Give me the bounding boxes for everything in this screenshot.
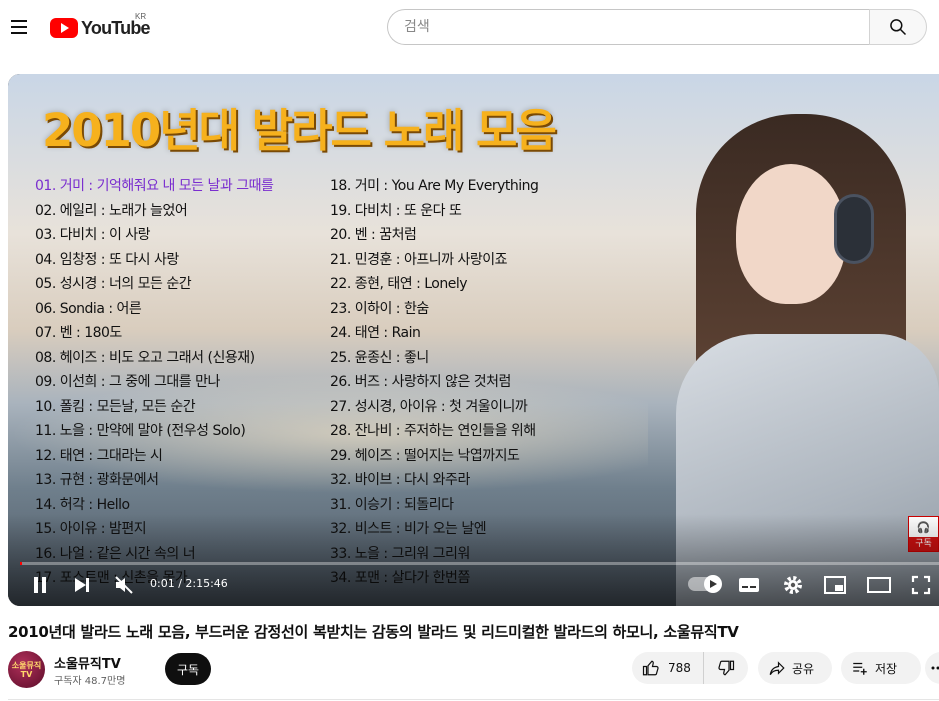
autoplay-play-icon: [704, 575, 722, 593]
song-entry: 02. 에일리 : 노래가 늘었어: [35, 202, 188, 219]
channel-name[interactable]: 소울뮤직TV: [54, 653, 121, 672]
song-entry: 03. 다비치 : 이 사랑: [35, 227, 151, 243]
song-entry: 27. 성시경, 아이유 : 첫 겨울이니까: [330, 398, 528, 415]
share-icon: [769, 661, 785, 676]
pause-icon: [34, 577, 46, 593]
song-entry: 08. 헤이즈 : 비도 오고 그래서 (신용재): [35, 349, 255, 366]
theater-icon: [867, 577, 891, 593]
pause-button[interactable]: [28, 572, 52, 598]
song-entry: 12. 태연 : 그대라는 시: [35, 447, 163, 464]
like-dislike-group: 788: [632, 652, 748, 684]
more-actions-button[interactable]: [925, 652, 939, 684]
song-entry: 01. 거미 : 기억해줘요 내 모든 날과 그때를: [35, 178, 274, 194]
video-title: 2010년대 발라드 노래 모음, 부드러운 감정선이 복받치는 감동의 발라드…: [8, 623, 739, 641]
menu-icon[interactable]: [6, 12, 32, 42]
more-icon: [931, 666, 939, 670]
song-entry: 13. 규현 : 광화문에서: [35, 472, 159, 488]
song-entry: 25. 윤종신 : 좋니: [330, 349, 429, 366]
progress-fill: [20, 562, 22, 565]
autoplay-toggle[interactable]: [688, 575, 722, 593]
save-button[interactable]: 저장: [841, 652, 921, 684]
divider: [8, 699, 939, 700]
country-code: KR: [135, 12, 147, 21]
miniplayer-button[interactable]: [822, 572, 848, 598]
headphones-image: [834, 194, 874, 264]
song-entry: 18. 거미 : You Are My Everything: [330, 178, 539, 194]
song-entry: 29. 헤이즈 : 떨어지는 낙엽까지도: [330, 447, 520, 464]
save-label: 저장: [875, 661, 898, 676]
subscriber-count: 구독자 48.7만명: [54, 676, 126, 687]
share-button[interactable]: 공유: [758, 652, 832, 684]
song-entry: 32. 바이브 : 다시 와주라: [330, 472, 470, 488]
gear-icon: [784, 576, 802, 594]
like-count: 788: [668, 661, 691, 675]
search-box: [387, 9, 871, 45]
search-input[interactable]: [404, 19, 871, 35]
thumbnail-title: 2010년대 발라드 노래 모음: [42, 104, 557, 157]
subtitles-button[interactable]: [736, 572, 762, 598]
progress-bar[interactable]: [20, 562, 939, 565]
song-entry: 10. 폴킴 : 모든날, 모든 순간: [35, 398, 196, 415]
song-entry: 22. 종현, 태연 : Lonely: [330, 276, 468, 292]
mute-button[interactable]: [112, 572, 136, 598]
song-entry: 21. 민경훈 : 아프니까 사랑이죠: [330, 251, 507, 268]
subscribe-button[interactable]: 구독: [165, 653, 211, 685]
song-entry: 05. 성시경 : 너의 모든 순간: [35, 276, 192, 292]
channel-row: 소울뮤직 TV 소울뮤직TV 구독자 48.7만명 구독 788 공유 저장: [8, 651, 939, 691]
song-entry: 09. 이선희 : 그 중에 그대를 만나: [35, 374, 220, 390]
like-button[interactable]: 788: [632, 652, 704, 684]
theater-mode-button[interactable]: [866, 572, 892, 598]
song-entry: 06. Sondia : 어른: [35, 300, 142, 317]
thumbs-down-icon: [718, 660, 735, 676]
thumbs-up-icon: [642, 660, 659, 676]
song-entry: 23. 이하이 : 한숨: [330, 300, 429, 317]
song-entry: 11. 노을 : 만약에 말야 (전우성 Solo): [35, 423, 246, 439]
song-entry: 24. 태연 : Rain: [330, 325, 421, 341]
dislike-button[interactable]: [704, 652, 748, 684]
playlist-add-icon: [853, 662, 867, 675]
subtitles-icon: [739, 578, 759, 592]
volume-muted-icon: [115, 576, 133, 594]
miniplayer-icon: [824, 576, 846, 594]
song-entry: 26. 버즈 : 사랑하지 않은 것처럼: [330, 374, 511, 390]
settings-button[interactable]: [780, 572, 806, 598]
share-label: 공유: [792, 661, 815, 676]
song-entry: 04. 임창정 : 또 다시 사랑: [35, 251, 179, 268]
search-icon: [890, 19, 907, 36]
next-button[interactable]: [70, 572, 94, 598]
time-display: 0:01 / 2:15:46: [150, 577, 228, 590]
search-button[interactable]: [869, 9, 927, 45]
song-entry: 07. 벤 : 180도: [35, 325, 122, 341]
song-entry: 20. 벤 : 꿈처럼: [330, 227, 417, 243]
youtube-play-icon: [50, 18, 78, 38]
next-icon: [75, 578, 89, 592]
video-player[interactable]: 2010년대 발라드 노래 모음 01. 거미 : 기억해줘요 내 모든 날과 …: [8, 74, 939, 606]
song-entry: 28. 잔나비 : 주저하는 연인들을 위해: [330, 423, 536, 439]
top-bar: YouTube KR: [0, 0, 939, 56]
song-entry: 19. 다비치 : 또 운다 또: [330, 202, 462, 219]
fullscreen-icon: [911, 575, 931, 595]
fullscreen-button[interactable]: [908, 572, 934, 598]
channel-avatar[interactable]: 소울뮤직 TV: [8, 651, 45, 688]
